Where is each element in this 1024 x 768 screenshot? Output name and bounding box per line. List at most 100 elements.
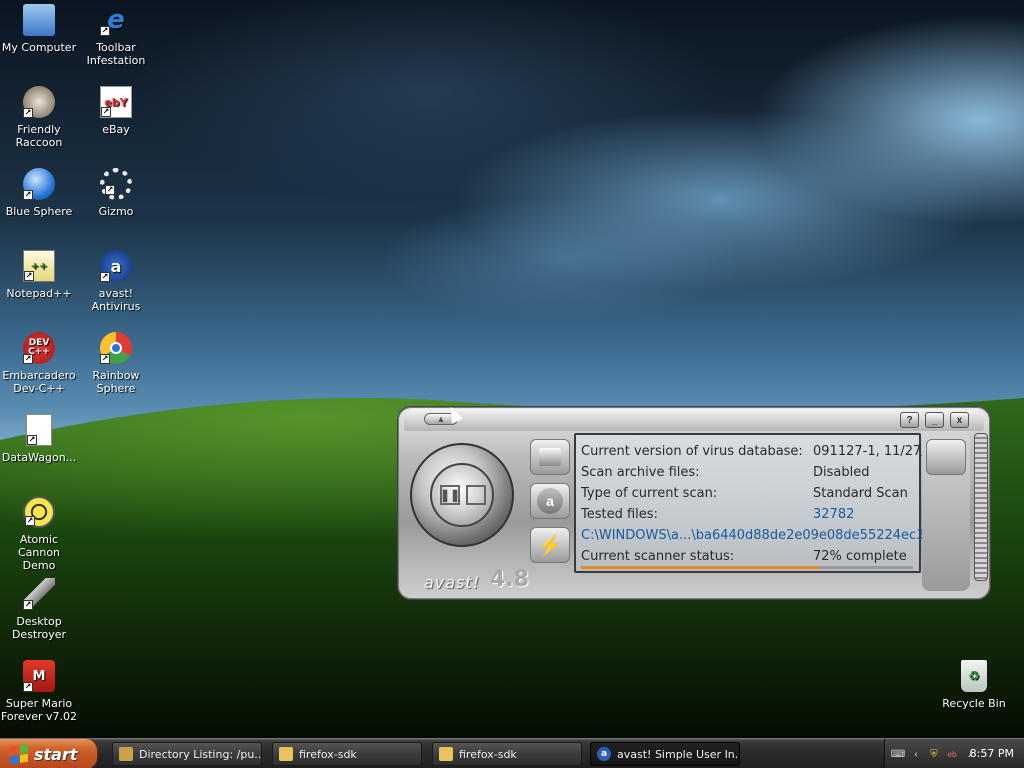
notepad-icon: ++ ↗ (23, 250, 55, 282)
close-button[interactable]: x (950, 412, 969, 428)
taskbar-button-avast[interactable]: a avast! Simple User In... (590, 742, 740, 766)
desktop-icon-atomic-cannon[interactable]: ↗ Atomic Cannon Demo (0, 496, 78, 572)
status-row-archive: Scan archive files: Disabled (581, 462, 919, 483)
minimize-icon: _ (931, 414, 938, 426)
desktop-icon-toolbar-infestation[interactable]: e ↗ Toolbar Infestation (77, 4, 155, 68)
recycle-bin-icon: ♻ (961, 660, 987, 692)
desktop-icon-rainbow-sphere[interactable]: ↗ Rainbow Sphere (77, 332, 155, 395)
status-row-db-version: Current version of virus database: 09112… (581, 441, 938, 462)
dial-center: ❚❚ (430, 463, 494, 527)
taskbar-button-label: avast! Simple User In... (617, 747, 740, 761)
status-row-current-file: C:\WINDOWS\a...\ba6440d88de2e09e08de5522… (581, 525, 958, 546)
folder-search-icon (119, 747, 133, 761)
desktop-icon-desktop-destroyer[interactable]: ↗ Desktop Destroyer (0, 578, 78, 641)
desktop-icon-recycle-bin[interactable]: ♻ Recycle Bin (935, 660, 1013, 710)
raccoon-icon: ↗ (23, 86, 55, 118)
rainbow-sphere-icon: ↗ (100, 332, 132, 364)
collapse-arrow-icon[interactable]: ‹ (909, 747, 923, 761)
desktop-icon-label: avast! Antivirus (91, 287, 141, 313)
scan-control-dial: ❚❚ (410, 443, 514, 547)
taskbar-button-label: firefox-sdk (299, 747, 357, 761)
avast-status-display: Current version of virus database: 09112… (574, 433, 958, 573)
ebay-tray-icon[interactable]: eb (945, 747, 959, 761)
pause-button[interactable]: ❚❚ (440, 485, 460, 505)
desktop-icon-avast[interactable]: a ↗ avast! Antivirus (77, 250, 155, 313)
resource-button[interactable] (926, 439, 966, 475)
database-button[interactable] (530, 439, 570, 475)
avast-title-bar[interactable]: ▲ ? _ x (404, 409, 984, 431)
shield-icon[interactable]: ⛨ (927, 747, 941, 761)
status-value: 091127-1, 11/27/... (813, 444, 939, 459)
windows-logo-icon (10, 743, 28, 765)
status-label: Tested files: (581, 507, 658, 522)
status-value: 72% complete (813, 549, 907, 564)
keyboard-icon[interactable]: ⌨ (891, 747, 905, 761)
eject-icon: ▲ (436, 414, 446, 424)
internet-explorer-icon: e ↗ (100, 4, 125, 36)
taskbar-button-label: firefox-sdk (459, 747, 517, 761)
desktop-icon-dev-cpp[interactable]: DEV C++ ↗ Embarcadero Dev-C++ (0, 332, 78, 395)
desktop-icon-gizmo[interactable]: ↗ Gizmo (77, 168, 155, 218)
desktop-icon-notepad-plus-plus[interactable]: ++ ↗ Notepad++ (0, 250, 78, 300)
desktop: My Computer ↗ Friendly Raccoon ↗ Blue Sp… (0, 0, 1024, 738)
scan-progress-bar (581, 566, 913, 569)
avast-window[interactable]: ▲ ? _ x ❚❚ a ⚡ Current version of virus … (397, 406, 991, 600)
desktop-icon-label: Blue Sphere (5, 205, 73, 218)
desktop-icon-label: Atomic Cannon Demo (17, 533, 61, 572)
blue-sphere-icon: ↗ (23, 168, 55, 200)
desktop-icon-friendly-raccoon[interactable]: ↗ Friendly Raccoon (0, 86, 78, 149)
taskbar-button-firefox-sdk-2[interactable]: firefox-sdk (432, 742, 582, 766)
status-label: Scan archive files: (581, 465, 700, 480)
scan-progress-fill (581, 566, 821, 569)
help-button[interactable]: ? (900, 412, 919, 428)
desktop-icon-datawagon[interactable]: ↗ DataWagon... (0, 414, 78, 464)
minimize-button[interactable]: _ (925, 412, 944, 428)
desktop-icon-label: Friendly Raccoon (15, 123, 63, 149)
desktop-icon-label: DataWagon... (1, 451, 77, 464)
avast-version: 4.8 (490, 567, 529, 592)
desktop-icon-ebay[interactable]: ebY ↗ eBay (77, 86, 155, 136)
mario-icon: M ↗ (23, 660, 55, 692)
database-icon (539, 448, 561, 466)
status-row-scan-type: Type of current scan: Standard Scan (581, 483, 919, 504)
taskbar: start Directory Listing: /pu... firefox-… (0, 738, 1024, 768)
status-value: Standard Scan (813, 486, 908, 501)
desktop-icon-super-mario[interactable]: M ↗ Super Mario Forever v7.02 (0, 660, 78, 723)
document-icon: ↗ (26, 414, 52, 446)
system-tray: ⌨ ‹ ⛨ eb ♪ 8:57 PM (884, 739, 1024, 768)
start-label: start (34, 744, 78, 764)
taskbar-button-directory-listing[interactable]: Directory Listing: /pu... (112, 742, 262, 766)
avast-icon: a (597, 747, 611, 761)
current-file-path: C:\WINDOWS\a...\ba6440d88de2e09e08de5522… (581, 528, 958, 543)
status-label: Current version of virus database: (581, 444, 803, 459)
status-label: Current scanner status: (581, 549, 735, 564)
clock[interactable]: 8:57 PM (970, 747, 1014, 760)
start-button[interactable]: start (0, 739, 98, 768)
status-label: Type of current scan: (581, 486, 718, 501)
taskbar-button-firefox-sdk-1[interactable]: firefox-sdk (272, 742, 422, 766)
stop-button[interactable] (466, 485, 486, 505)
computer-icon (23, 4, 55, 36)
avast-icon: a ↗ (100, 250, 132, 282)
status-row-scanner-status: Current scanner status: 72% complete (581, 546, 919, 567)
close-icon: x (956, 414, 963, 426)
boost-button[interactable]: ⚡ (530, 527, 570, 563)
desktop-icon-label: Rainbow Sphere (92, 369, 140, 395)
desktop-icon-label: Embarcadero Dev-C++ (2, 369, 76, 395)
avast-logo-icon: a (537, 488, 563, 514)
dev-cpp-icon: DEV C++ ↗ (23, 332, 55, 364)
status-value: Disabled (813, 465, 870, 480)
avast-info-button[interactable]: a (530, 483, 570, 519)
desktop-icon-my-computer[interactable]: My Computer (0, 4, 78, 54)
lightning-icon: ⚡ (537, 534, 563, 557)
pause-icon: ❚❚ (439, 488, 461, 502)
help-icon: ? (906, 414, 913, 426)
gizmo-icon: ↗ (100, 168, 132, 200)
radiation-icon: ↗ (23, 496, 55, 528)
scroll-grip[interactable] (974, 433, 988, 581)
avast-logo: avast! (424, 573, 481, 592)
ebay-icon: ebY ↗ (100, 86, 132, 118)
taskbar-button-label: Directory Listing: /pu... (139, 747, 262, 761)
hammer-icon: ↗ (23, 578, 55, 610)
desktop-icon-blue-sphere[interactable]: ↗ Blue Sphere (0, 168, 78, 218)
